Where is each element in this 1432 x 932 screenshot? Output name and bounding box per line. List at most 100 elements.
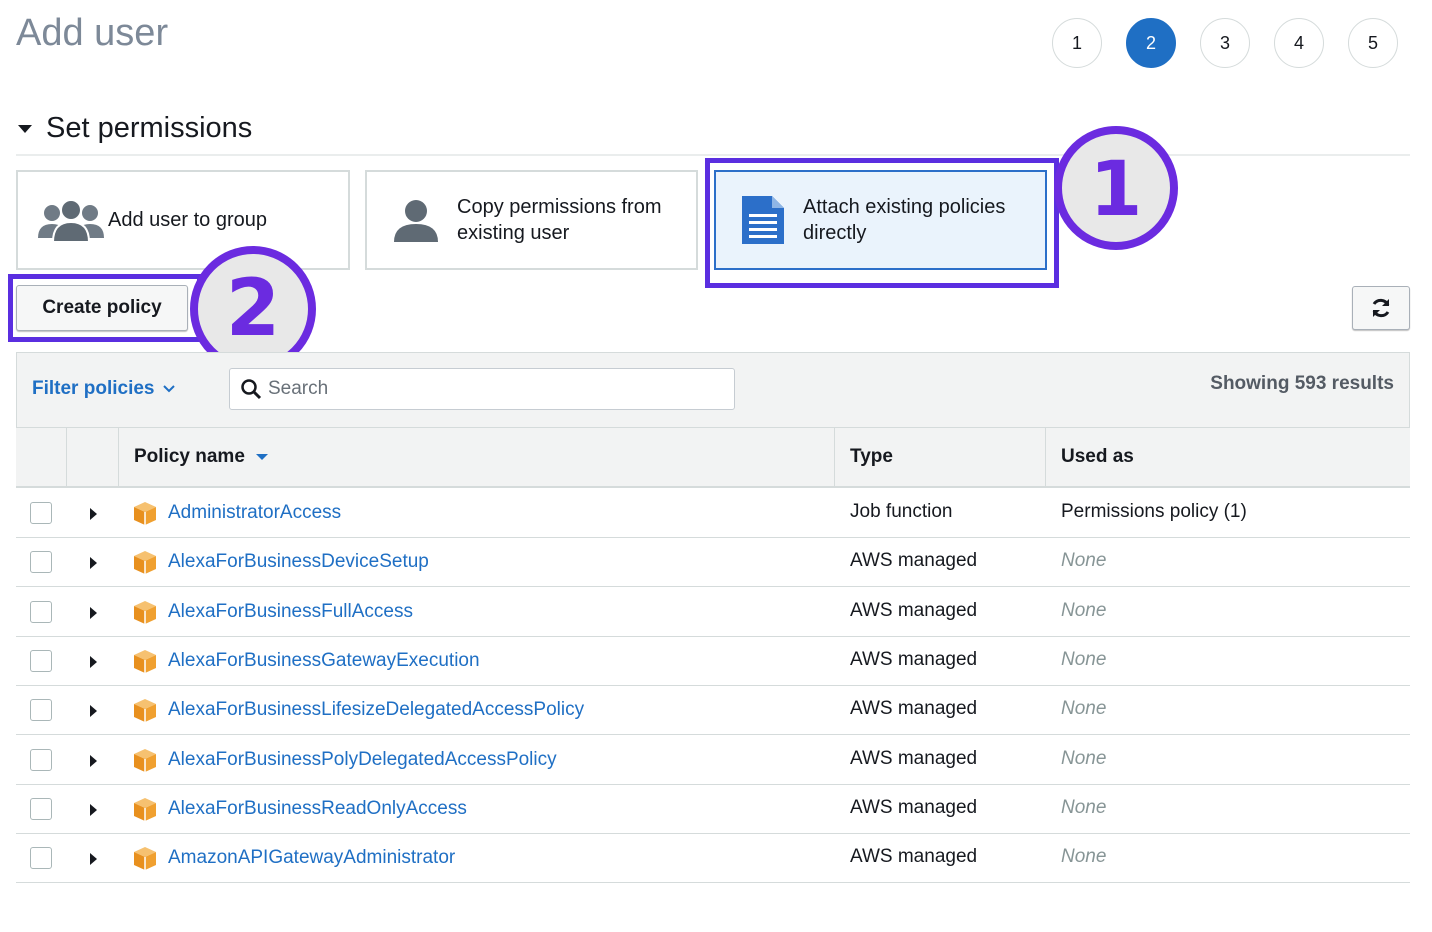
policy-name-link[interactable]: AlexaForBusinessDeviceSetup (168, 551, 429, 573)
option-label-line-1: Copy permissions from (457, 196, 662, 218)
option-label: Add user to group (108, 209, 267, 231)
user-icon (394, 200, 438, 242)
column-divider (66, 428, 67, 486)
policy-cube-icon (134, 847, 156, 871)
column-divider (834, 428, 835, 486)
caret-down-icon (18, 124, 32, 133)
column-header-policy-name[interactable]: Policy name (134, 428, 269, 486)
row-checkbox[interactable] (30, 699, 52, 722)
expand-caret-icon[interactable] (90, 508, 97, 520)
document-icon (742, 196, 784, 244)
option-label-line-2: directly (803, 222, 867, 244)
policy-used-as: None (1061, 648, 1107, 670)
table-row: AmazonAPIGatewayAdministrator AWS manage… (16, 834, 1410, 884)
option-add-user-to-group[interactable]: Add user to group (16, 170, 350, 270)
row-checkbox[interactable] (30, 797, 52, 820)
chevron-down-icon (163, 385, 176, 393)
row-checkbox[interactable] (30, 600, 52, 623)
row-checkbox[interactable] (30, 748, 52, 771)
option-copy-permissions[interactable]: Copy permissions from existing user (365, 170, 698, 270)
policy-type: AWS managed (850, 846, 978, 868)
policy-used-as: None (1061, 747, 1107, 769)
table-row: AdministratorAccess Job function Permiss… (16, 489, 1410, 538)
policy-cube-icon (134, 797, 156, 821)
create-policy-button[interactable]: Create policy (16, 285, 188, 331)
results-count: Showing 593 results (1210, 373, 1394, 394)
column-header-label: Policy name (134, 446, 245, 467)
option-label: Copy permissions from existing user (457, 194, 662, 246)
refresh-icon (1372, 298, 1390, 318)
table-row: AlexaForBusinessReadOnlyAccess AWS manag… (16, 785, 1410, 834)
column-divider (118, 428, 119, 486)
table-row: AlexaForBusinessFullAccess AWS managed N… (16, 588, 1410, 637)
policy-name-link[interactable]: AlexaForBusinessFullAccess (168, 601, 413, 623)
policy-used-as: None (1061, 599, 1107, 621)
policy-name-link[interactable]: AdministratorAccess (168, 502, 341, 524)
expand-caret-icon[interactable] (90, 705, 97, 718)
search-input[interactable]: Search (229, 368, 735, 410)
policy-type: AWS managed (850, 599, 978, 621)
policy-cube-icon (134, 502, 156, 525)
policy-used-as: None (1061, 796, 1107, 818)
filter-policies-label: Filter policies (32, 378, 155, 399)
section-title: Set permissions (46, 112, 253, 144)
refresh-button[interactable] (1352, 286, 1410, 330)
table-row: AlexaForBusinessDeviceSetup AWS managed … (16, 538, 1410, 588)
policy-used-as: None (1061, 698, 1107, 720)
step-4[interactable]: 4 (1274, 18, 1324, 68)
users-group-icon (38, 199, 104, 242)
policy-used-as: Permissions policy (1) (1061, 501, 1247, 522)
policy-type: AWS managed (850, 648, 978, 670)
policy-type: Job function (850, 501, 953, 522)
expand-caret-icon[interactable] (90, 655, 97, 668)
row-checkbox[interactable] (30, 502, 52, 524)
option-label: Attach existing policies directly (803, 194, 1005, 246)
row-checkbox[interactable] (30, 847, 52, 870)
option-label-line-1: Attach existing policies (803, 196, 1006, 218)
policy-type: AWS managed (850, 796, 978, 818)
step-1[interactable]: 1 (1052, 18, 1102, 68)
table-row: AlexaForBusinessPolyDelegatedAccessPolic… (16, 736, 1410, 785)
section-header[interactable]: Set permissions (18, 112, 252, 145)
policy-cube-icon (134, 649, 156, 673)
expand-caret-icon[interactable] (90, 557, 97, 570)
row-checkbox[interactable] (30, 551, 52, 574)
step-2[interactable]: 2 (1126, 18, 1176, 68)
policy-cube-icon (134, 551, 156, 575)
policy-name-link[interactable]: AlexaForBusinessLifesizeDelegatedAccessP… (168, 699, 584, 721)
section-divider (16, 154, 1410, 156)
table-header: Policy name Type Used as (16, 428, 1410, 488)
option-label-line-2: existing user (457, 222, 570, 244)
expand-caret-icon[interactable] (90, 606, 97, 619)
policy-type: AWS managed (850, 550, 978, 572)
expand-caret-icon[interactable] (90, 853, 97, 866)
policy-name-link[interactable]: AmazonAPIGatewayAdministrator (168, 847, 455, 869)
policy-cube-icon (134, 699, 156, 723)
policy-name-link[interactable]: AlexaForBusinessReadOnlyAccess (168, 798, 467, 820)
expand-caret-icon[interactable] (90, 803, 97, 816)
table-row: AlexaForBusinessGatewayExecution AWS man… (16, 637, 1410, 686)
step-5[interactable]: 5 (1348, 18, 1398, 68)
search-placeholder: Search (268, 378, 329, 399)
column-header-used-as[interactable]: Used as (1061, 428, 1134, 486)
column-divider (1045, 428, 1046, 486)
sort-caret-down-icon (255, 454, 268, 460)
column-header-type[interactable]: Type (850, 428, 893, 486)
filter-policies-dropdown[interactable]: Filter policies (32, 378, 176, 400)
step-badge-1: 1 (1054, 126, 1178, 250)
row-checkbox[interactable] (30, 649, 52, 672)
expand-caret-icon[interactable] (90, 754, 97, 767)
option-attach-existing-policies[interactable]: Attach existing policies directly (714, 170, 1047, 270)
policy-cube-icon (134, 748, 156, 772)
policy-cube-icon (134, 600, 156, 624)
policy-name-link[interactable]: AlexaForBusinessGatewayExecution (168, 650, 480, 672)
policy-name-link[interactable]: AlexaForBusinessPolyDelegatedAccessPolic… (168, 749, 557, 771)
policy-used-as: None (1061, 550, 1107, 572)
policy-used-as: None (1061, 846, 1107, 868)
step-3[interactable]: 3 (1200, 18, 1250, 68)
policy-type: AWS managed (850, 747, 978, 769)
page-title: Add user (16, 12, 169, 54)
policy-type: AWS managed (850, 698, 978, 720)
wizard-steps: 1 2 3 4 5 (1052, 18, 1398, 68)
table-row: AlexaForBusinessLifesizeDelegatedAccessP… (16, 686, 1410, 736)
